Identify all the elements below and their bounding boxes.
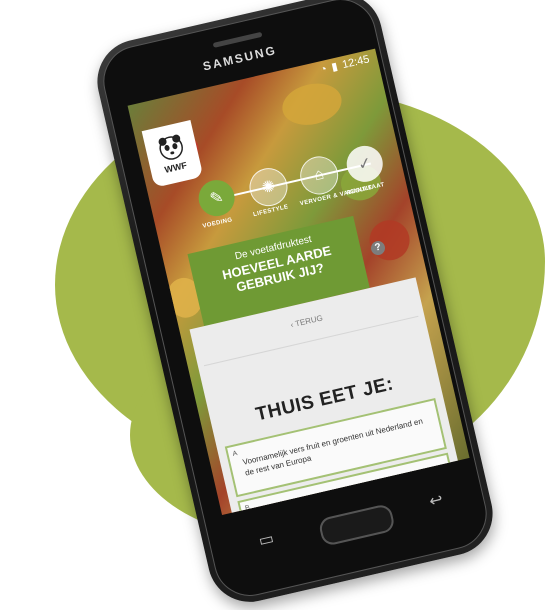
step-label-voeding: VOEDING xyxy=(202,217,234,230)
wifi-icon: ◔ xyxy=(318,62,329,76)
phone-speaker xyxy=(212,31,263,48)
step-label-resultaat: RESULTAAT xyxy=(346,182,386,197)
back-icon[interactable]: ↩ xyxy=(427,489,445,512)
battery-icon: ▮ xyxy=(330,60,339,74)
home-button[interactable] xyxy=(317,502,396,547)
recent-apps-icon[interactable]: ▭ xyxy=(257,528,276,551)
wwf-logo-text: WWF xyxy=(163,160,188,175)
produce-photo-element xyxy=(278,77,346,131)
transport-icon: ⌂ xyxy=(312,165,326,185)
wwf-logo[interactable]: WWF xyxy=(141,119,204,188)
status-time: 12:45 xyxy=(341,52,371,71)
answer-letter: A xyxy=(231,450,239,458)
check-icon: ✓ xyxy=(356,154,374,175)
food-icon: ✎ xyxy=(208,188,226,209)
step-lifestyle[interactable]: ✺ xyxy=(245,164,292,210)
step-vervoer[interactable]: ⌂ xyxy=(296,152,342,199)
progress-steps: ✎ VOEDING ✺ LIFESTYLE ⌂ VERVOER & VAKANT… xyxy=(195,142,394,243)
step-resultaat[interactable]: ✓ xyxy=(343,142,387,186)
step-label-lifestyle: LIFESTYLE xyxy=(252,204,290,219)
answer-letter: B xyxy=(244,504,251,513)
status-bar: ◔ ▮ 12:45 xyxy=(319,52,371,76)
step-voeding[interactable]: ✎ xyxy=(195,176,239,220)
lifestyle-icon: ✺ xyxy=(260,177,278,198)
smartphone: SAMSUNG ◔ ▮ 12:45 WWF ✎ VOEDING ✺ LIFEST… xyxy=(89,0,501,610)
panda-icon xyxy=(158,134,183,160)
produce-photo-element xyxy=(365,216,414,265)
phone-bezel: SAMSUNG ◔ ▮ 12:45 WWF ✎ VOEDING ✺ LIFEST… xyxy=(96,0,494,604)
